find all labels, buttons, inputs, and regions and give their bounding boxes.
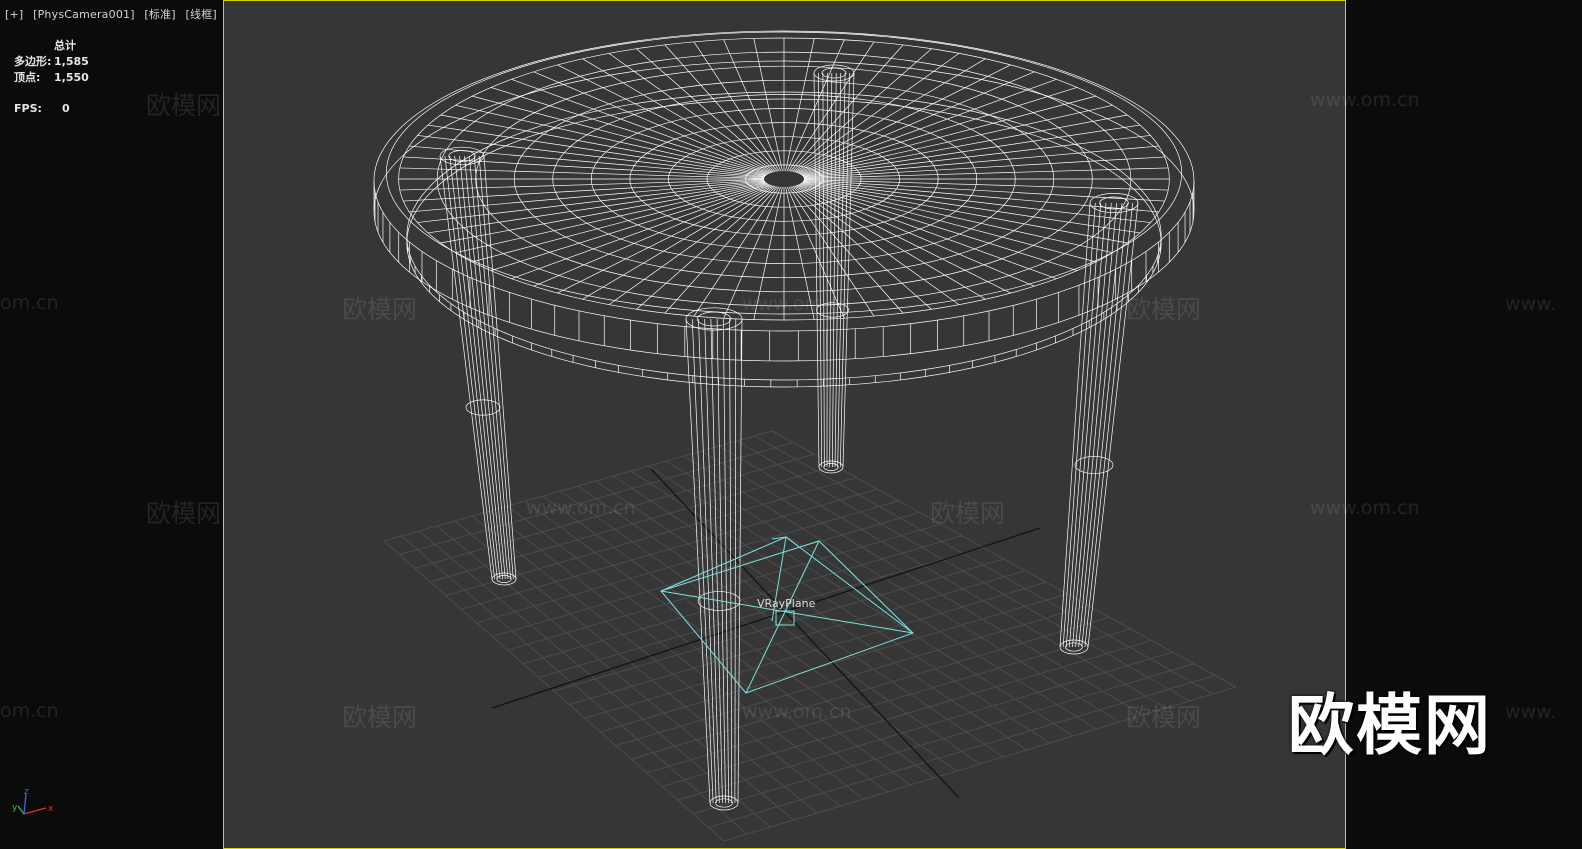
viewport-shading-standard[interactable]: [标准] <box>144 8 175 21</box>
viewport-camera-menu[interactable]: [PhysCamera001] <box>33 8 135 21</box>
watermark-url-fragment-left: www. <box>1505 701 1556 723</box>
stats-vertices-value: 1,550 <box>54 71 89 84</box>
viewport-shading-wireframe[interactable]: [线框] <box>186 8 217 21</box>
wireframe-scene[interactable] <box>224 1 1345 848</box>
axis-z-label: z <box>24 788 29 797</box>
stats-polygons-label: 多边形: <box>14 55 52 68</box>
axis-tripod-icon: x z y <box>12 788 54 815</box>
watermark-logo-large: 欧模网 <box>1288 687 1492 764</box>
watermark-url-fragment: om.cn <box>0 700 59 722</box>
watermark-url-fragment: om.cn <box>0 292 59 314</box>
ground-grid <box>383 430 1237 842</box>
stats-vertices-row: 顶点: 1,550 <box>14 70 89 86</box>
viewport-menu-plus[interactable]: [+] <box>5 8 23 21</box>
camera-viewport[interactable]: VRayPlane <box>223 0 1346 849</box>
stats-vertices-label: 顶点: <box>14 71 41 84</box>
watermark-url-fragment-left: www. <box>1505 293 1556 315</box>
axis-y-label: y <box>12 803 18 813</box>
scene-statistics: 总计 多边形: 1,585 顶点: 1,550 FPS: 0 <box>14 38 89 117</box>
stats-fps-value: 0 <box>62 102 70 115</box>
watermark-logo: 欧模网 <box>146 499 222 528</box>
stats-fps-label: FPS: <box>14 102 42 115</box>
stats-fps-row: FPS: 0 <box>14 101 89 117</box>
vray-plane-label[interactable]: VRayPlane <box>757 597 815 610</box>
table-wireframe <box>373 30 1195 811</box>
watermark-logo: 欧模网 <box>146 91 222 120</box>
stats-polygons-value: 1,585 <box>54 55 89 68</box>
viewport-label[interactable]: [+] [PhysCamera001] [标准] [线框] <box>5 6 223 22</box>
axis-x-label: x <box>48 804 54 814</box>
stats-polygons-row: 多边形: 1,585 <box>14 54 89 70</box>
stats-header: 总计 <box>54 39 76 52</box>
